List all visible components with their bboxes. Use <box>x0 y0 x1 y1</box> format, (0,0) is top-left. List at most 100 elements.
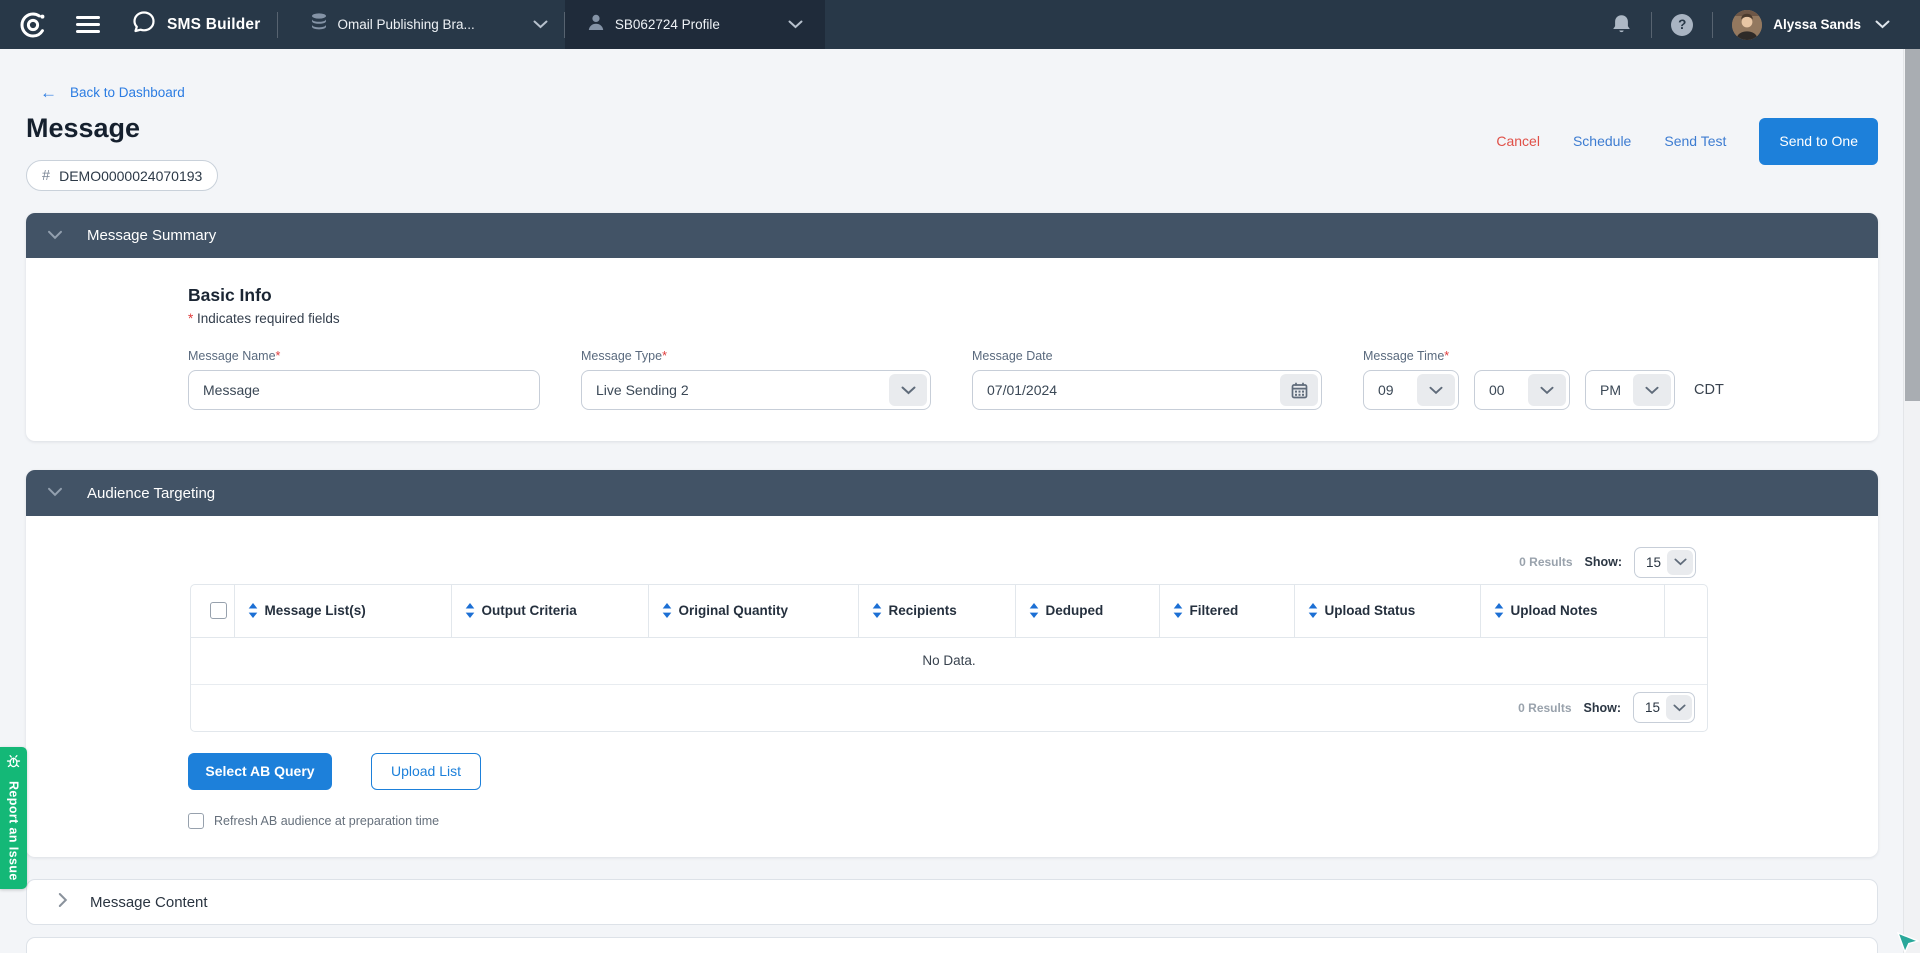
app-title-group: SMS Builder <box>131 9 261 40</box>
report-issue-tab[interactable]: Report an Issue <box>0 747 27 889</box>
refresh-ab-checkbox[interactable] <box>188 813 204 829</box>
time-minute-select[interactable]: 00 <box>1474 370 1570 410</box>
back-to-dashboard-link[interactable]: ← Back to Dashboard <box>40 84 185 101</box>
page-title: Message <box>26 113 140 144</box>
page-size-value: 15 <box>1635 555 1665 570</box>
message-date-field: Message Date 07/01/2024 <box>972 349 1322 410</box>
table-header-row: Message List(s) Output Criteria Original… <box>191 585 1707 637</box>
time-minute-value: 00 <box>1475 382 1525 398</box>
scrollbar-thumb[interactable] <box>1905 49 1920 401</box>
brand-dropdown[interactable]: Omail Publishing Bra... <box>294 0 564 49</box>
chevron-down-icon <box>889 374 927 406</box>
chevron-down-icon <box>1667 550 1693 575</box>
send-to-one-button[interactable]: Send to One <box>1759 118 1878 165</box>
message-type-field: Message Type* Live Sending 2 <box>581 349 931 410</box>
refresh-ab-row: Refresh AB audience at preparation time <box>188 813 1878 829</box>
profile-dropdown-label: SB062724 Profile <box>615 17 720 32</box>
time-hour-select[interactable]: 09 <box>1363 370 1459 410</box>
chevron-down-icon <box>788 20 803 29</box>
message-name-label: Message Name* <box>188 349 540 363</box>
header-actions: Cancel Schedule Send Test Send to One <box>1496 117 1878 165</box>
sort-icon[interactable] <box>1494 603 1504 618</box>
column-header-filtered[interactable]: Filtered <box>1159 585 1294 637</box>
basic-info-section: Basic Info * Indicates required fields M… <box>26 258 1878 410</box>
message-time-group: 09 00 PM <box>1363 370 1724 410</box>
vertical-scrollbar[interactable] <box>1903 49 1920 953</box>
message-date-value: 07/01/2024 <box>973 382 1277 398</box>
column-header-deduped[interactable]: Deduped <box>1015 585 1159 637</box>
send-test-button[interactable]: Send Test <box>1664 133 1726 149</box>
chevron-down-icon <box>533 20 548 29</box>
message-time-field: Message Time* 09 00 <box>1363 349 1724 410</box>
message-name-input[interactable] <box>188 370 540 410</box>
schedule-button[interactable]: Schedule <box>1573 133 1631 149</box>
message-id-value: DEMO0000024070193 <box>59 168 202 184</box>
message-date-input[interactable]: 07/01/2024 <box>972 370 1322 410</box>
sort-icon[interactable] <box>1173 603 1183 618</box>
message-date-label: Message Date <box>972 349 1322 363</box>
navbar-right: ? Alyssa Sands <box>1611 0 1920 49</box>
cancel-button[interactable]: Cancel <box>1496 133 1540 149</box>
sort-icon[interactable] <box>465 603 475 618</box>
navbar-divider <box>1712 12 1713 38</box>
required-star: * <box>188 311 193 326</box>
select-all-checkbox[interactable] <box>210 602 227 619</box>
database-icon <box>310 12 328 37</box>
basic-info-form-row: Message Name* Message Type* Live Sending… <box>188 349 1878 410</box>
chevron-down-icon <box>1666 695 1692 720</box>
person-icon <box>587 13 605 37</box>
chevron-down-icon[interactable] <box>1875 20 1890 29</box>
time-meridiem-value: PM <box>1586 382 1630 398</box>
refresh-ab-label: Refresh AB audience at preparation time <box>214 814 439 828</box>
column-header-original-quantity[interactable]: Original Quantity <box>648 585 858 637</box>
column-header-actions <box>1664 585 1707 637</box>
app-name: SMS Builder <box>167 16 261 34</box>
brand-dropdown-label: Omail Publishing Bra... <box>338 17 475 32</box>
notifications-bell-icon[interactable] <box>1611 13 1632 36</box>
audience-targeting-header[interactable]: Audience Targeting <box>26 470 1878 516</box>
sort-icon[interactable] <box>662 603 672 618</box>
column-header-upload-notes[interactable]: Upload Notes <box>1480 585 1664 637</box>
help-icon[interactable]: ? <box>1671 14 1693 36</box>
back-link-label: Back to Dashboard <box>70 85 185 100</box>
navbar-divider <box>1651 12 1652 38</box>
no-data-text: No Data. <box>922 653 975 668</box>
column-header-output-criteria[interactable]: Output Criteria <box>451 585 648 637</box>
page-size-select[interactable]: 15 <box>1634 547 1696 578</box>
hamburger-menu-icon[interactable] <box>76 16 100 33</box>
sms-builder-app: SMS Builder Omail Publishing Bra... <box>0 0 1920 953</box>
omeda-logo-icon[interactable] <box>19 11 47 39</box>
message-name-field: Message Name* <box>188 349 540 410</box>
sort-icon[interactable] <box>1029 603 1039 618</box>
select-ab-query-button[interactable]: Select AB Query <box>188 753 332 790</box>
results-count: 0 Results <box>1518 701 1571 715</box>
sort-icon[interactable] <box>872 603 882 618</box>
user-name: Alyssa Sands <box>1773 17 1861 32</box>
message-content-card[interactable]: Message Content <box>26 879 1878 925</box>
message-summary-header[interactable]: Message Summary <box>26 213 1878 258</box>
page-size-value: 15 <box>1634 700 1664 715</box>
profile-dropdown[interactable]: SB062724 Profile <box>565 0 825 49</box>
report-issue-label: Report an Issue <box>7 781 21 881</box>
chevron-down-icon <box>47 227 63 245</box>
table-pagination-bottom: 0 Results Show: 15 <box>191 685 1707 731</box>
sort-icon[interactable] <box>1308 603 1318 618</box>
basic-info-heading: Basic Info <box>188 285 1878 306</box>
time-meridiem-select[interactable]: PM <box>1585 370 1675 410</box>
column-header-upload-status[interactable]: Upload Status <box>1294 585 1480 637</box>
top-navbar: SMS Builder Omail Publishing Bra... <box>0 0 1920 49</box>
audience-buttons-row: Select AB Query Upload List <box>188 753 1878 790</box>
chevron-down-icon <box>1633 374 1671 406</box>
column-header-recipients[interactable]: Recipients <box>858 585 1015 637</box>
next-section-card-partial <box>26 937 1878 953</box>
message-type-select[interactable]: Live Sending 2 <box>581 370 931 410</box>
page-size-select[interactable]: 15 <box>1633 692 1695 723</box>
column-header-message-lists[interactable]: Message List(s) <box>234 585 451 637</box>
calendar-icon[interactable] <box>1280 374 1318 406</box>
audience-targeting-title: Audience Targeting <box>87 485 215 502</box>
hash-icon: # <box>42 168 50 184</box>
sort-icon[interactable] <box>248 603 258 618</box>
user-avatar[interactable] <box>1732 10 1762 40</box>
required-fields-note: * Indicates required fields <box>188 311 1878 326</box>
upload-list-button[interactable]: Upload List <box>371 753 481 790</box>
